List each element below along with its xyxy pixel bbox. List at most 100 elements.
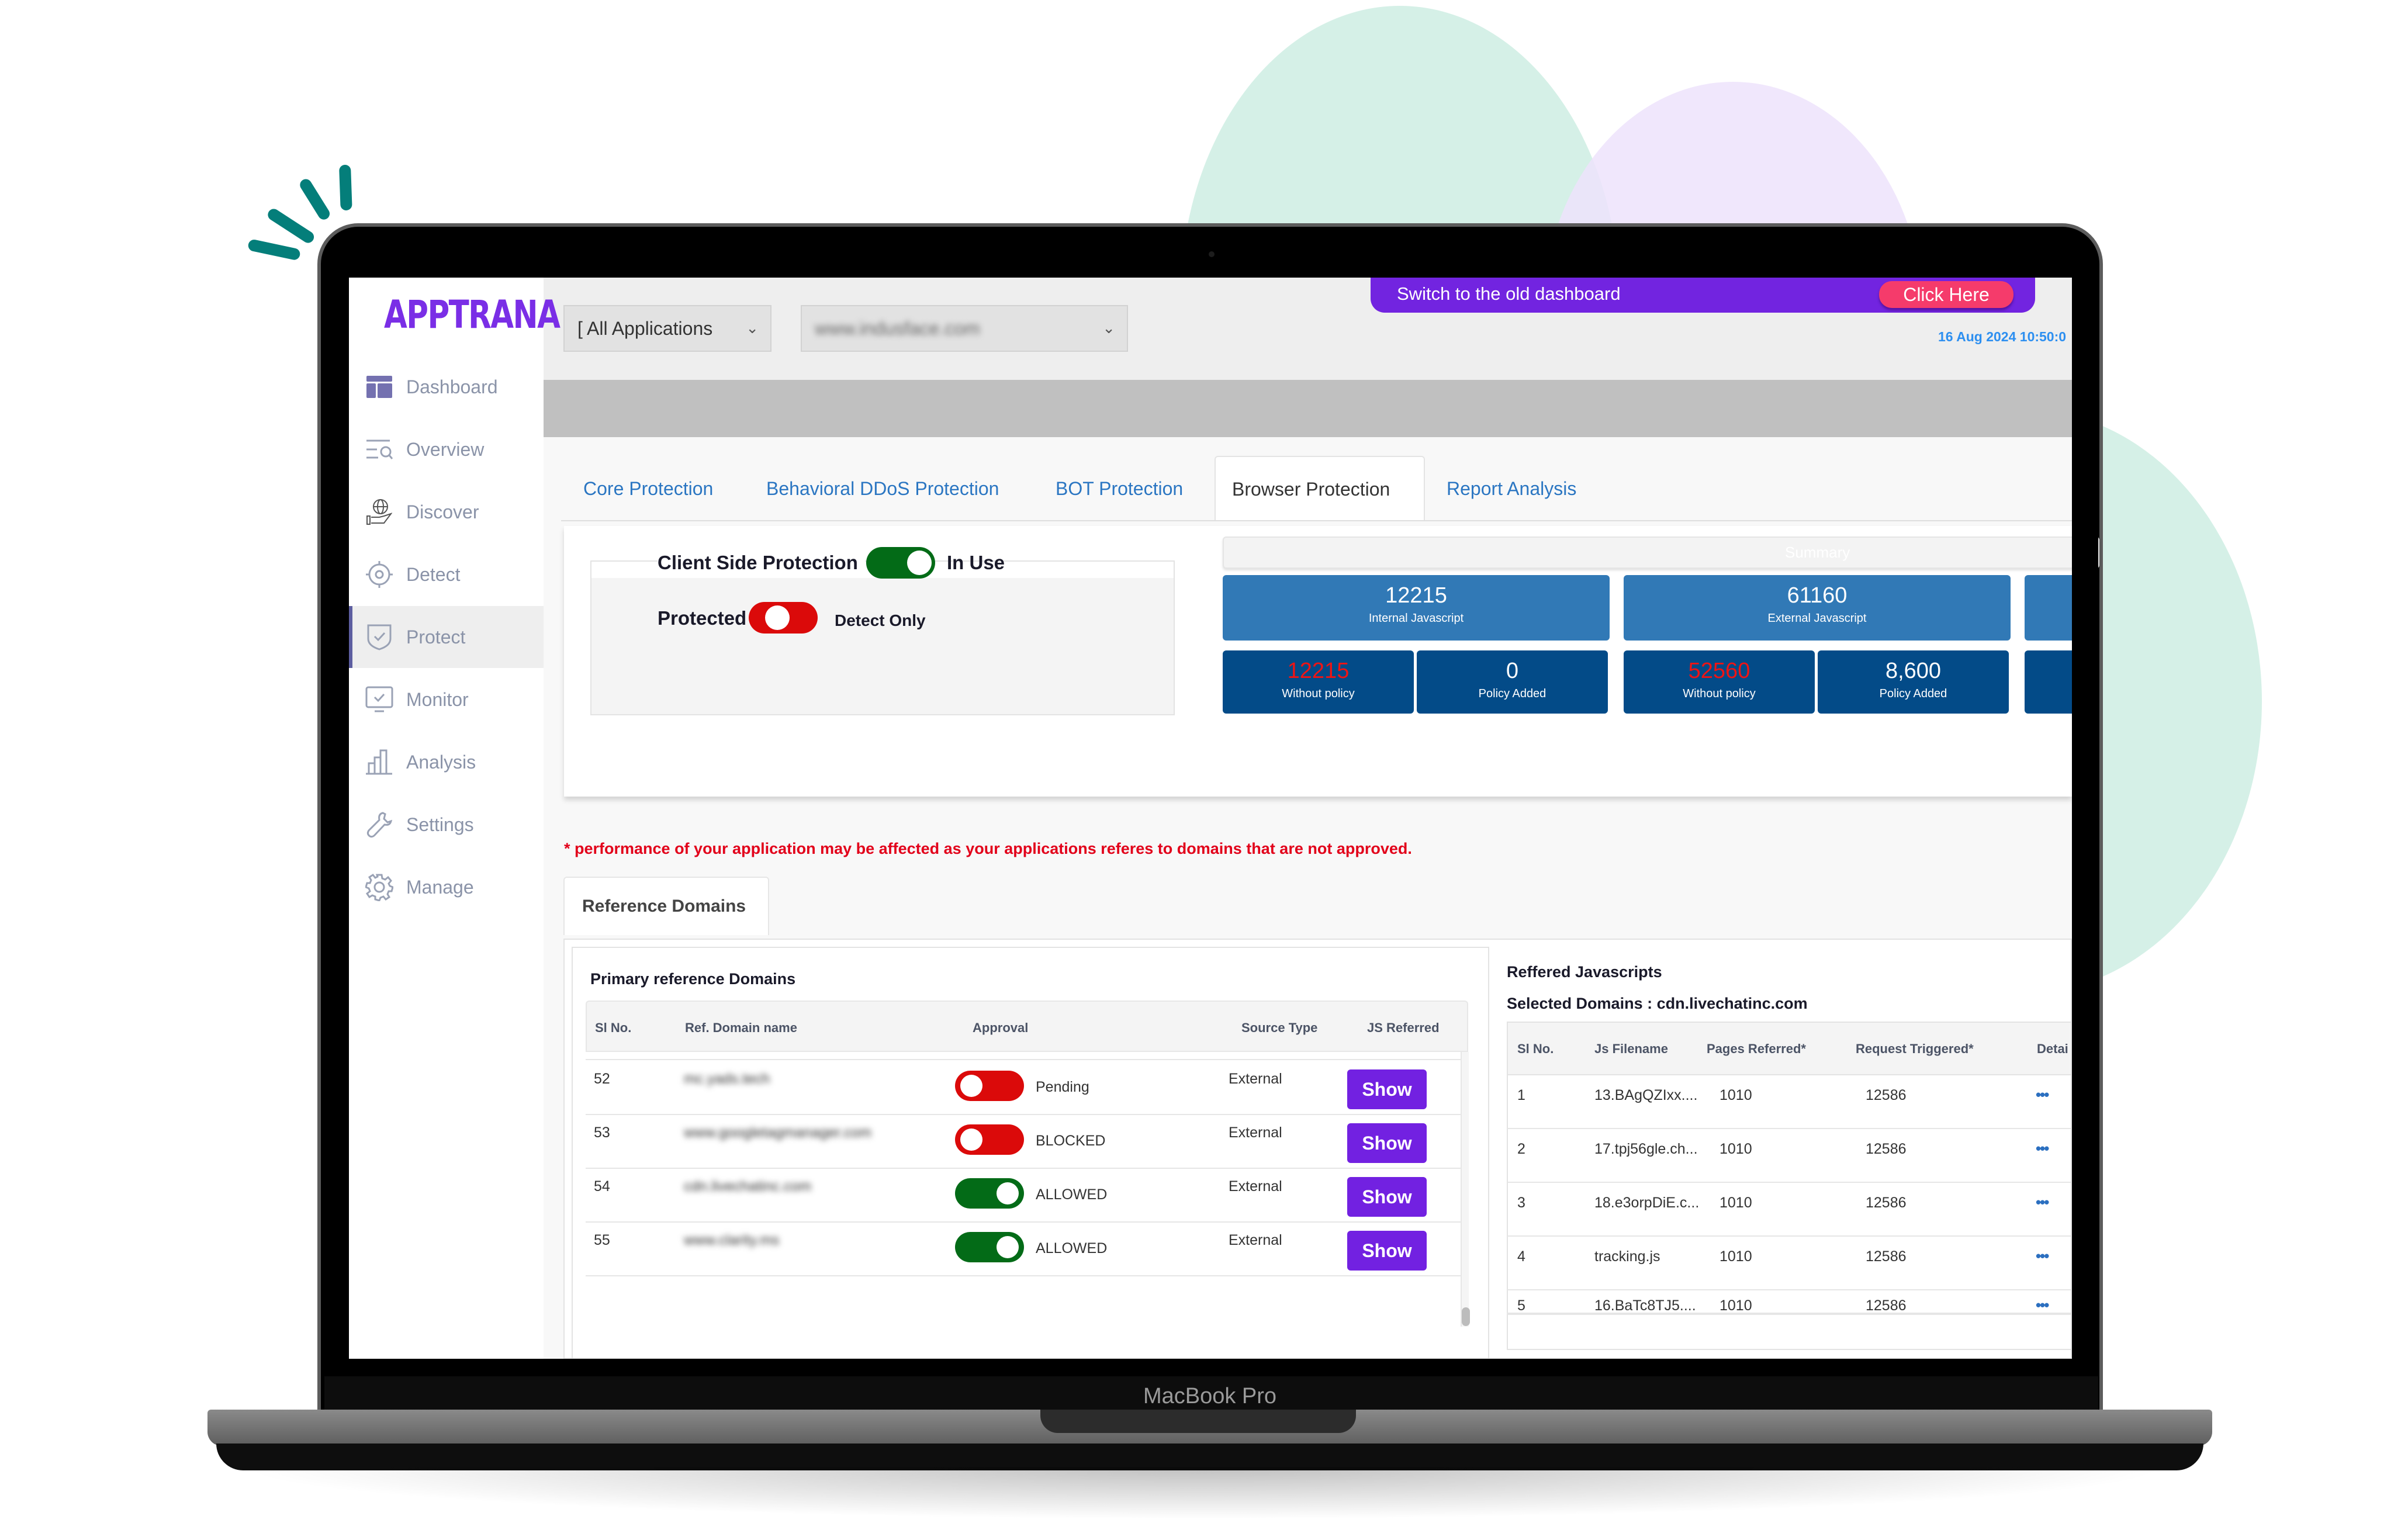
application-select[interactable]: [ All Applications ⌄ [563, 305, 771, 352]
summary-title: Summary [1785, 544, 1850, 561]
site-select[interactable]: www.indusface.com ⌄ [801, 305, 1128, 352]
table-row: 2 17.tpj56gle.ch... 1010 12586 ••• [1507, 1129, 2071, 1183]
stat-label: Internal Javascript [1368, 612, 1464, 625]
cell-approval-status: BLOCKED [1036, 1133, 1106, 1149]
target-icon [365, 560, 393, 589]
approval-warning: * performance of your application may be… [564, 840, 1412, 857]
table-scrollbar[interactable] [1461, 1052, 1469, 1327]
show-js-button[interactable]: Show [1347, 1069, 1427, 1109]
cell-sl-no: 5 [1517, 1297, 1525, 1314]
more-icon[interactable]: ••• [2036, 1193, 2049, 1211]
table-scrollbar-thumb[interactable] [1462, 1307, 1470, 1326]
sidebar-item-label: Manage [406, 876, 474, 898]
approval-toggle[interactable] [955, 1071, 1024, 1101]
stat-value: 52560 [1688, 659, 1750, 683]
primary-domains-table-header: Sl No. Ref. Domain name Approval Source … [586, 1001, 1468, 1052]
cell-js-filename: 17.tpj56gle.ch... [1594, 1141, 1698, 1157]
sidebar-item-label: Analysis [406, 751, 476, 773]
more-icon[interactable]: ••• [2036, 1140, 2049, 1158]
primary-domains-panel: Primary reference Domains Sl No. Ref. Do… [572, 947, 1489, 1358]
cell-pages-referred: 1010 [1719, 1141, 1752, 1157]
tab-bot-protection[interactable]: BOT Protection [1056, 456, 1183, 521]
tab-core-protection[interactable]: Core Protection [583, 456, 713, 521]
cell-domain: mc.yads.tech [684, 1071, 770, 1087]
more-icon[interactable]: ••• [2036, 1296, 2049, 1313]
timestamp: 16 Aug 2024 10:50:0 [1938, 329, 2067, 344]
cell-pages-referred: 1010 [1719, 1248, 1752, 1265]
internal-without-policy: 12215 Without policy [1223, 650, 1414, 714]
click-here-button[interactable]: Click Here [1879, 281, 2013, 308]
header-strip [544, 380, 2072, 437]
gear-icon [365, 873, 393, 901]
monitor-check-icon [365, 686, 393, 714]
col-domain-name: Ref. Domain name [685, 1020, 797, 1035]
more-icon[interactable]: ••• [2036, 1086, 2049, 1104]
laptop-shadow [234, 1467, 2174, 1519]
table-row: 1 13.BAgQZIxx.... 1010 12586 ••• [1507, 1075, 2071, 1129]
tab-behavioral-ddos[interactable]: Behavioral DDoS Protection [766, 456, 999, 521]
sidebar-item-detect[interactable]: Detect [349, 544, 544, 605]
primary-domains-rows[interactable]: Show 52 mc.yads.tech Pending External Sh… [586, 1052, 1461, 1327]
protection-mode-toggle[interactable] [749, 602, 818, 634]
tab-report-analysis[interactable]: Report Analysis [1447, 456, 1576, 521]
laptop-notch [1040, 1410, 1356, 1433]
tab-reference-domains[interactable]: Reference Domains [563, 877, 769, 935]
protected-label: Protected [658, 607, 747, 629]
apptrana-logo[interactable]: APPTRANA [384, 292, 561, 337]
col-js-referred: JS Referred [1367, 1020, 1440, 1035]
bezel-bottom [327, 1359, 2098, 1376]
cell-js-filename: 13.BAgQZIxx.... [1594, 1087, 1698, 1103]
referred-js-title: Reffered Javascripts [1507, 963, 1662, 981]
cell-approval-status: ALLOWED [1036, 1240, 1108, 1256]
show-js-button[interactable]: Show [1347, 1123, 1427, 1163]
col-approval: Approval [973, 1020, 1029, 1035]
sidebar-item-monitor[interactable]: Monitor [349, 669, 544, 731]
banner-text: Switch to the old dashboard [1397, 283, 1621, 304]
summary-header: Summary [1223, 536, 2099, 569]
sidebar-item-settings[interactable]: Settings [349, 794, 544, 856]
chevron-down-icon: ⌄ [746, 319, 759, 337]
stat-label: Without policy [1282, 687, 1355, 700]
sidebar: APPTRANA Dashboard Overview Discover Det… [349, 278, 561, 1359]
stat-label: Policy Added [1879, 687, 1947, 700]
tab-browser-protection[interactable]: Browser Protection [1215, 456, 1425, 521]
overview-search-icon [365, 435, 393, 463]
approval-toggle[interactable] [955, 1178, 1024, 1209]
internal-js-total: 12215 Internal Javascript [1223, 575, 1610, 641]
sidebar-item-manage[interactable]: Manage [349, 856, 544, 918]
cell-sl-no: 52 [594, 1071, 610, 1087]
bezel-right [2072, 278, 2098, 1376]
cell-domain: cdn.livechatinc.com [684, 1178, 812, 1195]
more-icon[interactable]: ••• [2036, 1247, 2049, 1265]
client-side-protection-title: Client Side Protection [658, 552, 865, 574]
sidebar-item-discover[interactable]: Discover [349, 481, 544, 543]
sidebar-item-dashboard[interactable]: Dashboard [349, 356, 544, 418]
approval-toggle[interactable] [955, 1232, 1024, 1262]
stat-value: 61160 [1787, 583, 1847, 608]
approval-toggle[interactable] [955, 1124, 1024, 1155]
sidebar-item-analysis[interactable]: Analysis [349, 731, 544, 793]
col-js-filename: Js Filename [1594, 1041, 1668, 1056]
top-bar: [ All Applications ⌄ www.indusface.com ⌄… [544, 278, 2072, 380]
cell-source-type: External [1229, 1232, 1282, 1248]
show-js-button[interactable]: Show [1347, 1231, 1427, 1271]
client-side-protection-toggle[interactable] [866, 547, 935, 579]
sidebar-item-label: Discover [406, 501, 479, 522]
col-details: Detai [2037, 1041, 2068, 1056]
sidebar-item-label: Dashboard [406, 376, 498, 397]
show-js-button[interactable]: Show [1347, 1177, 1427, 1217]
cell-request-triggered: 12586 [1866, 1297, 1907, 1314]
client-side-protection-panel [590, 560, 1175, 715]
client-side-status: In Use [947, 552, 1005, 573]
primary-domains-title: Primary reference Domains [590, 970, 796, 988]
stat-label: Without policy [1683, 687, 1756, 700]
cell-sl-no: 1 [1517, 1087, 1525, 1103]
cell-sl-no: 2 [1517, 1141, 1525, 1157]
old-dashboard-banner: Switch to the old dashboard Click Here [1371, 278, 2035, 313]
dashboard-icon [365, 373, 393, 401]
table-row: 53 www.googletagmanager.com BLOCKED Exte… [586, 1115, 1461, 1169]
globe-hand-icon [365, 498, 393, 526]
sidebar-item-protect[interactable]: Protect [349, 606, 544, 668]
sidebar-item-overview[interactable]: Overview [349, 418, 544, 480]
device-brand-label: MacBook Pro [1143, 1384, 1277, 1408]
